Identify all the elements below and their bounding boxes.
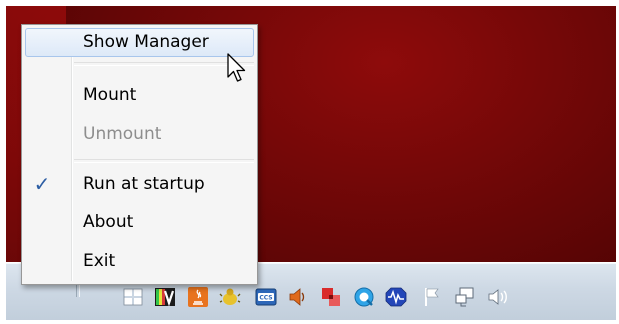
app-vm-icon[interactable]: [153, 285, 177, 309]
menu-item-label: Show Manager: [83, 32, 209, 52]
tray-context-menu: Show Manager Mount Unmount ✓ Run at star…: [21, 24, 258, 285]
taskbar-separator: [76, 283, 80, 297]
volume-icon[interactable]: [486, 285, 510, 309]
quicktime-icon[interactable]: [352, 285, 376, 309]
menu-item-unmount: Unmount: [25, 120, 254, 149]
paint-icon[interactable]: [319, 285, 343, 309]
mouse-pointer-icon: [227, 53, 246, 82]
checkmark-icon: ✓: [33, 171, 51, 196]
ccs-icon[interactable]: CCS: [254, 285, 278, 309]
menu-item-label: Unmount: [83, 124, 162, 144]
menu-item-show-manager[interactable]: Show Manager: [25, 28, 254, 57]
menu-item-label: About: [83, 212, 134, 232]
menu-item-label: Mount: [83, 85, 137, 105]
ccs-icon-label: CCS: [259, 295, 272, 302]
menu-separator: [74, 159, 254, 163]
menu-item-exit[interactable]: Exit: [25, 247, 254, 276]
network-icon[interactable]: [453, 285, 477, 309]
waveform-icon[interactable]: [384, 285, 408, 309]
speaker-icon[interactable]: [286, 285, 310, 309]
action-center-flag-icon[interactable]: [420, 285, 444, 309]
windows-flag-icon[interactable]: [121, 285, 145, 309]
menu-item-mount[interactable]: Mount: [25, 81, 254, 110]
menu-gutter-line: [71, 28, 73, 281]
menu-item-label: Run at startup: [83, 174, 205, 194]
menu-item-label: Exit: [83, 251, 116, 271]
menu-item-run-at-startup[interactable]: ✓ Run at startup: [25, 170, 254, 199]
java-icon[interactable]: [186, 285, 210, 309]
menu-item-about[interactable]: About: [25, 208, 254, 237]
bug-icon[interactable]: [218, 285, 242, 309]
